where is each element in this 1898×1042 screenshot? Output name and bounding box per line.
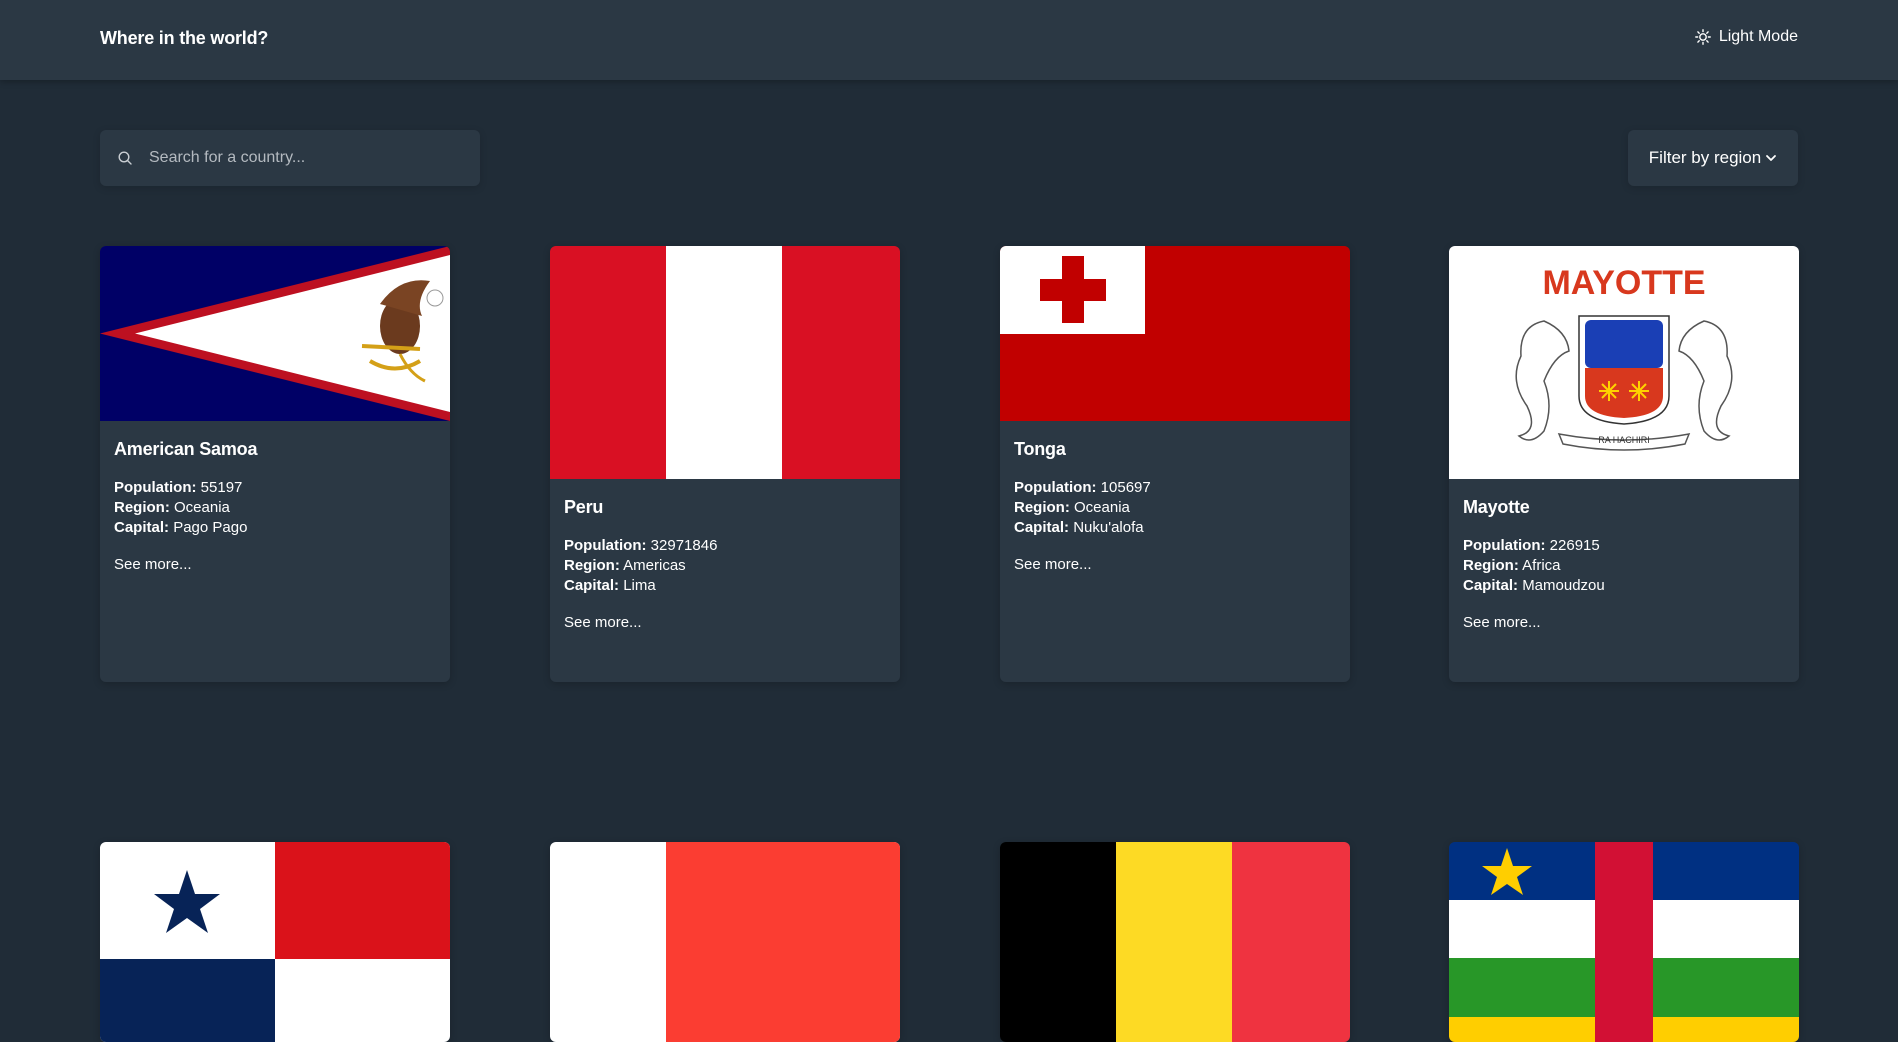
capital-value: Mamoudzou: [1522, 577, 1605, 594]
country-card[interactable]: [550, 842, 900, 1042]
country-flag-monaco: [550, 842, 900, 1042]
country-name: Mayotte: [1463, 497, 1530, 517]
region-value: Oceania: [174, 499, 230, 516]
country-card[interactable]: [1000, 842, 1350, 1042]
theme-toggle-button[interactable]: Light Mode: [1694, 28, 1798, 46]
region-label: Region:: [1014, 499, 1070, 516]
region-filter-label: Filter by region: [1648, 148, 1762, 167]
country-flag-mayotte: MAYOTTE RA HACHIRI: [1449, 246, 1799, 479]
search-box: [100, 130, 480, 186]
capital-label: Capital:: [114, 519, 170, 536]
country-region: Region: Oceania: [1014, 498, 1336, 518]
region-value: Americas: [623, 557, 686, 574]
chevron-down-icon: [1766, 155, 1777, 161]
country-region: Region: Americas: [564, 556, 886, 576]
flag-text: MAYOTTE: [1542, 264, 1705, 302]
see-more-link[interactable]: See more...: [114, 556, 192, 573]
region-value: Oceania: [1074, 499, 1130, 516]
theme-toggle-label: Light Mode: [1718, 28, 1798, 45]
country-name: Peru: [564, 497, 604, 517]
country-population: Population: 55197: [114, 478, 436, 498]
country-flag-belgium: [1000, 842, 1350, 1042]
population-label: Population:: [1463, 537, 1546, 554]
capital-value: Nuku'alofa: [1073, 519, 1144, 536]
country-flag-american-samoa: [100, 246, 450, 421]
country-region: Region: Africa: [1463, 556, 1785, 576]
region-filter-dropdown[interactable]: Filter by region: [1628, 130, 1798, 186]
region-value: Africa: [1522, 557, 1561, 574]
see-more-link[interactable]: See more...: [564, 614, 642, 631]
country-card[interactable]: [1449, 842, 1799, 1042]
population-label: Population:: [114, 479, 197, 496]
flag-motto: RA HACHIRI: [1598, 435, 1650, 445]
population-value: 55197: [200, 479, 243, 496]
country-population: Population: 32971846: [564, 536, 886, 556]
capital-label: Capital:: [1463, 577, 1519, 594]
capital-value: Pago Pago: [173, 519, 248, 536]
country-card[interactable]: Tonga Population: 105697 Region: Oceania…: [1000, 246, 1350, 682]
country-flag-peru: [550, 246, 900, 479]
country-capital: Capital: Pago Pago: [114, 518, 436, 538]
country-flag-central-african-republic: [1449, 842, 1799, 1042]
country-card[interactable]: Peru Population: 32971846 Region: Americ…: [550, 246, 900, 682]
population-value: 32971846: [650, 537, 718, 554]
sun-icon: [1694, 29, 1711, 45]
country-card[interactable]: [100, 842, 450, 1042]
country-capital: Capital: Nuku'alofa: [1014, 518, 1336, 538]
capital-label: Capital:: [1014, 519, 1070, 536]
country-name: Tonga: [1014, 439, 1066, 459]
country-population: Population: 105697: [1014, 478, 1336, 498]
region-label: Region:: [114, 499, 170, 516]
search-input[interactable]: [147, 148, 471, 168]
country-region: Region: Oceania: [114, 498, 436, 518]
capital-label: Capital:: [564, 577, 620, 594]
see-more-link[interactable]: See more...: [1463, 614, 1541, 631]
population-value: 226915: [1549, 537, 1600, 554]
region-label: Region:: [1463, 557, 1519, 574]
population-value: 105697: [1100, 479, 1151, 496]
country-name: American Samoa: [114, 439, 258, 459]
app-title: Where in the world?: [100, 28, 269, 48]
population-label: Population:: [1014, 479, 1097, 496]
capital-value: Lima: [623, 577, 656, 594]
region-label: Region:: [564, 557, 620, 574]
country-flag-tonga: [1000, 246, 1350, 421]
country-flag-panama: [100, 842, 450, 1042]
country-card[interactable]: American Samoa Population: 55197 Region:…: [100, 246, 450, 682]
country-capital: Capital: Lima: [564, 576, 886, 596]
country-population: Population: 226915: [1463, 536, 1785, 556]
country-card[interactable]: MAYOTTE RA HACHIRI Mayotte Population: 2…: [1449, 246, 1799, 682]
header: Where in the world? Light Mode: [0, 0, 1898, 80]
country-capital: Capital: Mamoudzou: [1463, 576, 1785, 596]
see-more-link[interactable]: See more...: [1014, 556, 1092, 573]
population-label: Population:: [564, 537, 647, 554]
search-icon: [117, 150, 133, 166]
